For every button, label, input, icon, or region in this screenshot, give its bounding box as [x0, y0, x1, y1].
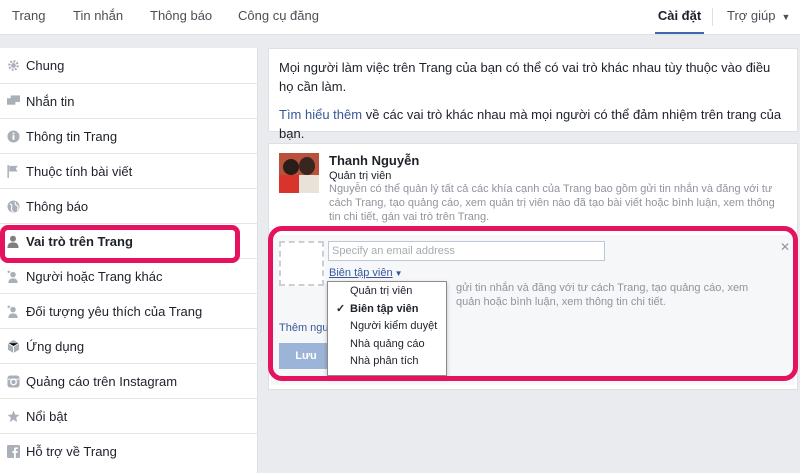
role-option-label: Người kiểm duyệt [350, 320, 438, 332]
sidebar-item-instagram-ads[interactable]: Quảng cáo trên Instagram [0, 363, 258, 398]
close-icon[interactable]: ✕ [780, 240, 790, 254]
role-option-editor[interactable]: ✓ Biên tập viên [328, 301, 446, 319]
sidebar-item-general[interactable]: Chung [0, 48, 258, 83]
sidebar-item-messaging[interactable]: Nhắn tin [0, 83, 258, 118]
globe-icon [6, 199, 20, 213]
sidebar-item-label: Người hoặc Trang khác [26, 268, 163, 284]
info-icon [6, 129, 20, 143]
message-icon [6, 94, 20, 108]
role-option-admin[interactable]: Quản trị viên [328, 283, 446, 301]
help-label: Trợ giúp [727, 8, 776, 23]
nav-divider [712, 8, 713, 26]
instagram-icon [6, 374, 20, 388]
sidebar-item-post-attribution[interactable]: Thuộc tính bài viết [0, 153, 258, 188]
sidebar-item-page-info[interactable]: Thông tin Trang [0, 118, 258, 153]
role-user-description: Nguyễn có thể quản lý tất cả các khía cạ… [329, 183, 775, 223]
tab-messages[interactable]: Tin nhắn [73, 0, 123, 34]
chevron-down-icon: ▼ [781, 12, 791, 22]
sidebar-item-label: Chung [26, 58, 65, 73]
role-description: gửi tin nhắn và đăng với tư cách Trang, … [456, 282, 749, 308]
facebook-icon [6, 444, 20, 458]
sidebar-item-apps[interactable]: Ứng dụng [0, 328, 258, 363]
role-option-label: Quản trị viên [350, 285, 413, 297]
email-field[interactable] [328, 241, 605, 261]
sidebar-item-label: Thuộc tính bài viết [26, 163, 133, 179]
save-button[interactable]: Lưu [279, 343, 333, 369]
star-icon [6, 409, 20, 423]
sidebar-item-label: Đối tượng yêu thích của Trang [26, 303, 203, 319]
role-dropdown-menu: Quản trị viên ✓ Biên tập viên Người kiểm … [327, 281, 447, 376]
tab-publishing-tools[interactable]: Công cụ đăng [238, 0, 319, 34]
role-user-name[interactable]: Thanh Nguyễn [329, 153, 419, 168]
help-menu[interactable]: Trợ giúp ▼ [727, 0, 790, 34]
sidebar-item-label: Thông báo [26, 198, 89, 214]
learn-more-link[interactable]: Tìm hiểu thêm [279, 107, 362, 122]
sidebar-item-label: Nhắn tin [26, 93, 75, 109]
checkmark-icon: ✓ [336, 302, 346, 315]
caret-down-icon: ▼ [394, 269, 403, 278]
role-user-role: Quản trị viên [329, 170, 392, 182]
cube-icon [6, 339, 20, 353]
sidebar-item-label: Quảng cáo trên Instagram [26, 373, 178, 389]
sidebar-item-label: Thông tin Trang [26, 128, 118, 144]
role-select[interactable]: Biên tập viên ▼ [329, 267, 403, 279]
avatar [279, 153, 319, 193]
person-plus-icon [6, 269, 20, 283]
role-option-advertiser[interactable]: Nhà quảng cáo [328, 336, 446, 354]
role-option-analyst[interactable]: Nhà phân tích [328, 353, 446, 371]
tab-page[interactable]: Trang [12, 0, 45, 34]
role-option-label: Biên tập viên [350, 302, 419, 315]
top-nav: Trang Tin nhắn Thông báo Công cụ đăng Cà… [0, 0, 800, 35]
tab-notifications[interactable]: Thông báo [150, 0, 212, 34]
roles-intro-panel: Mọi người làm việc trên Trang của bạn có… [268, 48, 798, 141]
person-star-icon [6, 304, 20, 318]
tab-settings[interactable]: Cài đặt [655, 0, 704, 34]
sidebar-item-label: Hỗ trợ về Trang [26, 443, 117, 459]
role-option-label: Nhà phân tích [350, 355, 419, 367]
add-more-link[interactable]: Thêm người [279, 322, 331, 334]
sidebar-item-page-support[interactable]: Hỗ trợ về Trang [0, 433, 258, 468]
sidebar-item-people-and-other-pages[interactable]: Người hoặc Trang khác [0, 258, 258, 293]
gear-icon [6, 59, 20, 73]
sidebar-item-preferred-audience[interactable]: Đối tượng yêu thích của Trang [0, 293, 258, 328]
sidebar-item-label: Nổi bật [26, 408, 68, 424]
new-user-avatar-placeholder [279, 241, 324, 286]
roles-intro-text: Mọi người làm việc trên Trang của bạn có… [279, 60, 771, 94]
sidebar-item-label: Ứng dụng [26, 338, 85, 354]
sidebar-item-featured[interactable]: Nổi bật [0, 398, 258, 433]
role-option-label: Nhà quảng cáo [350, 337, 425, 350]
role-select-label: Biên tập viên [329, 267, 393, 279]
flag-icon [6, 164, 20, 178]
sidebar-highlight-annotation [0, 225, 240, 263]
sidebar-item-notifications[interactable]: Thông báo [0, 188, 258, 223]
roles-learn-more-line: Tìm hiểu thêm về các vai trò khác nhau m… [279, 105, 787, 143]
role-option-moderator[interactable]: Người kiểm duyệt [328, 318, 446, 336]
